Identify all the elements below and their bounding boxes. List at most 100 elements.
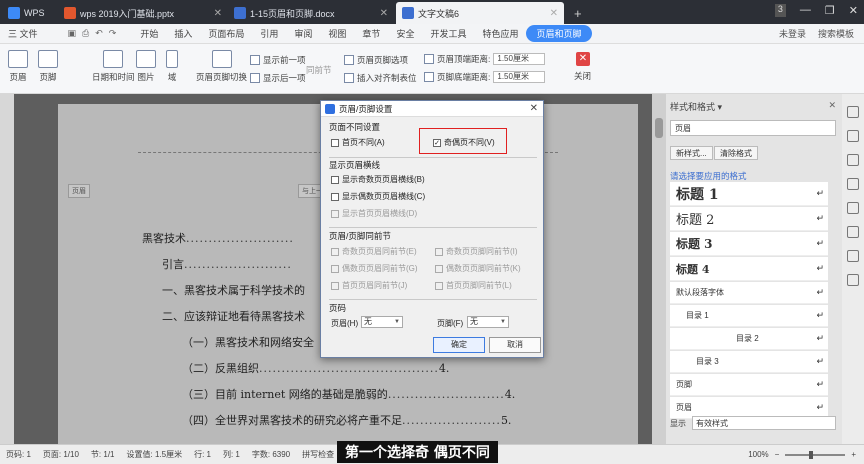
insert-tab-button[interactable]: 插入对齐制表位 [344,72,417,84]
picture-button[interactable]: 图片 [136,50,156,83]
page-options-button[interactable]: 页眉页脚选项 [344,54,408,66]
backup-icon[interactable] [847,250,859,262]
menu-layout[interactable]: 页面布局 [200,27,252,40]
save-icon[interactable]: ▣ [68,28,77,39]
menu-header-footer[interactable]: 页眉和页脚 [526,25,592,42]
menu-features[interactable]: 特色应用 [474,27,526,40]
select-icon[interactable] [847,130,859,142]
checkbox-box [331,175,339,184]
show-prev-button[interactable]: 显示前一项 [250,54,306,66]
login-status[interactable]: 未登录 [779,27,806,40]
menu-developer[interactable]: 开发工具 [422,27,474,40]
vertical-scrollbar[interactable] [652,94,666,444]
menu-insert[interactable]: 插入 [166,27,200,40]
prev-icon [250,55,260,65]
header-pagenum-label: 页眉(H) [331,319,359,328]
close-window-icon[interactable]: ✕ [849,4,858,17]
doc-icon [234,7,246,19]
section-different-label: 页面不同设置 [329,122,381,132]
new-style-button[interactable]: 新样式... [670,146,713,160]
menu-review[interactable]: 审阅 [286,27,320,40]
menu-view[interactable]: 视图 [320,27,354,40]
style-item-label: 标题 3 [676,237,713,251]
menu-home[interactable]: 开始 [132,27,166,40]
maximize-icon[interactable]: ❐ [825,4,835,17]
style-item-label: 默认段落字体 [676,288,724,297]
show-odd-header-line-checkbox[interactable]: 显示奇数页页眉横线(B) [331,174,425,185]
header-button[interactable]: 页眉 [8,50,28,83]
footer-button[interactable]: 页脚 [38,50,58,83]
wps-logo-icon [8,7,20,19]
menu-security[interactable]: 安全 [388,27,422,40]
same-as-prev-button[interactable]: 同前节 [306,64,332,76]
header-footer-switch-button[interactable]: 页眉页脚切换 [196,50,247,83]
search-template[interactable]: 搜索模板 [818,27,854,40]
show-even-header-line-checkbox[interactable]: 显示偶数页页眉横线(C) [331,191,425,202]
footer-icon [38,50,58,68]
panel-close-icon[interactable]: ✕ [828,100,836,111]
tab-docx[interactable]: 1-15页眉和页脚.docx ✕ [228,2,394,24]
status-wordcount[interactable]: 字数: 6390 [246,449,296,460]
footer-bottom-input[interactable]: 1.50厘米 [493,71,546,83]
close-tab-icon[interactable]: ✕ [380,8,388,19]
tab-active-doc[interactable]: 文字文稿6 ✕ [396,2,564,24]
style-item[interactable]: 标题 3 ↵ [670,232,828,256]
clear-format-button[interactable]: 清除格式 [714,146,758,160]
style-item[interactable]: 标题 1 ↵ [670,182,828,206]
zoom-slider[interactable] [785,450,846,459]
style-item[interactable]: 标题 2 ↵ [670,207,828,231]
show-select[interactable]: 有效样式 [692,416,836,430]
style-item-label: 页眉 [676,403,692,412]
style-item[interactable]: 目录 2 ↵ [670,328,828,350]
style-item[interactable]: 标题 4 ↵ [670,257,828,281]
zoom-thumb[interactable] [809,450,814,459]
minimize-icon[interactable]: — [800,4,811,17]
show-next-button[interactable]: 显示后一项 [250,72,306,84]
current-style-select[interactable]: 页眉 [670,120,836,136]
close-button[interactable]: 关闭 [574,70,591,82]
redo-icon[interactable]: ↷ [109,28,117,39]
menu-section[interactable]: 章节 [354,27,388,40]
scroll-thumb[interactable] [655,118,663,138]
help-icon[interactable] [847,274,859,286]
status-spellcheck[interactable]: 拼写检查 [296,449,340,460]
shape-icon[interactable] [847,154,859,166]
dialog-close-icon[interactable]: ✕ [530,103,538,114]
close-tab-icon[interactable]: ✕ [550,8,558,19]
status-pages: 页面: 1/10 [42,450,79,459]
checkbox-box [435,247,443,256]
date-time-button[interactable]: 日期和时间 [92,50,135,83]
new-tab-button[interactable]: + [568,2,588,24]
footer-pagenum-select[interactable]: 无 ▼ [467,316,509,328]
menu-references[interactable]: 引用 [252,27,286,40]
pencil-icon[interactable] [847,106,859,118]
close-header-footer-icon[interactable]: ✕ [576,52,590,66]
print-icon[interactable]: ⎙ [82,28,89,39]
close-tab-icon[interactable]: ✕ [214,8,222,19]
tab-pptx[interactable]: wps 2019入门基础.pptx ✕ [58,2,228,24]
style-icon[interactable] [847,178,859,190]
share-icon[interactable] [847,226,859,238]
menu-file[interactable]: 三 文件 [0,27,46,40]
tools-icon[interactable] [847,202,859,214]
checkbox-box [331,281,339,290]
checkbox-box [435,264,443,273]
tab-wps[interactable]: WPS [2,2,58,24]
first-page-different-checkbox[interactable]: 首页不同(A) [331,137,385,148]
ok-button[interactable]: 确定 [433,337,485,353]
window-controls: 3 — ❐ ✕ [774,4,858,17]
style-item[interactable]: 目录 3 ↵ [670,351,828,373]
style-item[interactable]: 默认段落字体 ↵ [670,282,828,304]
undo-icon[interactable]: ↶ [95,28,103,39]
style-item[interactable]: 目录 1 ↵ [670,305,828,327]
field-button[interactable]: 域 [166,50,178,83]
zoom-in-icon[interactable]: + [851,450,856,459]
dropdown-arrow-icon: ▼ [500,319,506,325]
cancel-button[interactable]: 取消 [489,337,541,353]
style-item-label: 目录 1 [686,311,709,320]
style-item[interactable]: 页脚 ↵ [670,374,828,396]
header-top-input[interactable]: 1.50厘米 [493,53,546,65]
zoom-out-icon[interactable]: − [775,450,780,459]
panel-title[interactable]: 样式和格式 ▾ [670,100,722,113]
header-pagenum-select[interactable]: 无 ▼ [361,316,403,328]
